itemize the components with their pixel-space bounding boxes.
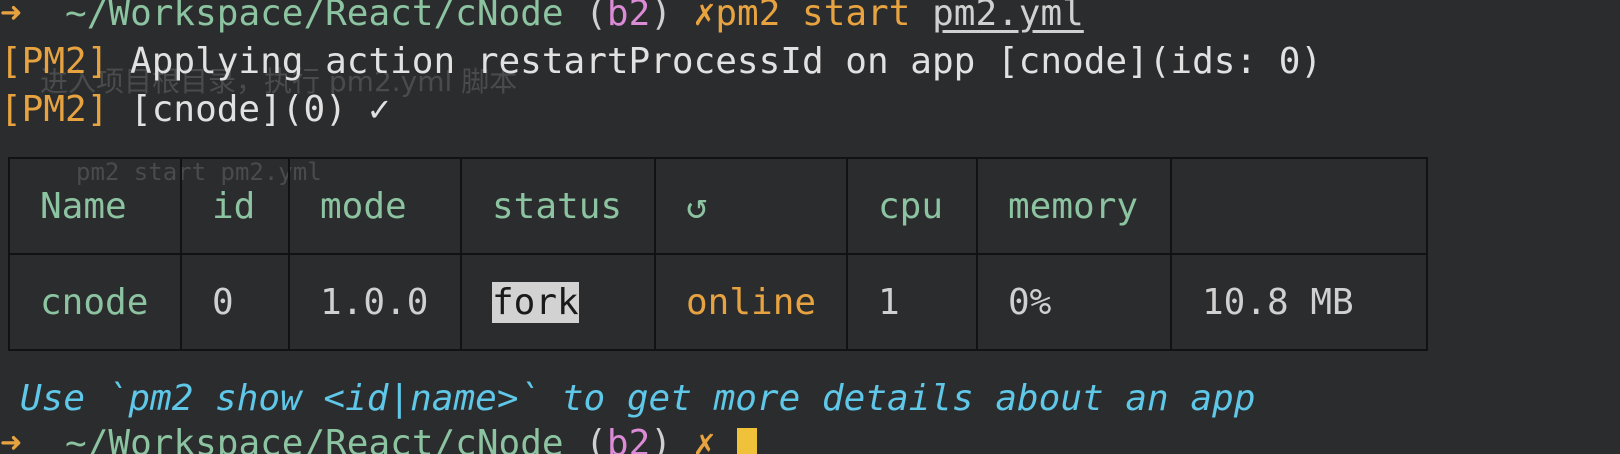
cell-restarts: 1 [846,253,978,351]
dirty-marker-icon: ✗ [693,0,716,34]
header-extra [1170,157,1428,255]
header-memory: memory [976,157,1172,255]
next-prompt-line[interactable]: ➜ ~/Workspace/React/cNode (b2) ✗ [0,420,758,454]
header-status: status [460,157,656,255]
header-id: id [180,157,290,255]
prompt-path: ~/Workspace/React/cNode [65,423,564,454]
cell-status: online [654,253,848,351]
output-line-1: [PM2] Applying action restartProcessId o… [0,38,1322,86]
pm2-tag: [PM2] [0,89,109,130]
cell-name: cnode [8,253,182,351]
table-row[interactable]: cnode 0 1.0.0 fork online 1 0% 10.8 MB [8,253,1428,351]
terminal-window[interactable]: 进入项目根目录，执行 pm2.yml 脚本 pm2 start pm2.yml … [0,0,1620,454]
branch-close: ) [650,423,672,454]
prompt-line: ➜ ~/Workspace/React/cNode (b2) ✗pm2 star… [0,0,1084,38]
pm2-tag: [PM2] [0,41,109,82]
prompt-path: ~/Workspace/React/cNode [65,0,564,34]
text-cursor [737,428,758,454]
branch-open: ( [585,423,607,454]
prompt-arrow-icon: ➜ [0,423,22,454]
output-line-2-text: [cnode](0) ✓ [108,89,391,130]
git-branch: b2 [606,423,651,454]
branch-close: ) [650,0,672,34]
cell-mode: fork [460,253,656,351]
cell-id: 0 [180,253,290,351]
output-line-2: [PM2] [cnode](0) ✓ [0,86,390,134]
prompt-arrow-icon: ➜ [0,0,22,34]
header-cpu: cpu [846,157,978,255]
command-text: pm2 start [715,0,933,34]
header-mode: mode [288,157,462,255]
output-line-1-text: Applying action restartProcessId on app … [108,41,1323,82]
branch-open: ( [585,0,607,34]
header-restarts-icon: ↺ [654,157,848,255]
hint-line: Use `pm2 show <id|name>` to get more det… [20,378,1256,419]
header-name: Name [8,157,182,255]
git-branch: b2 [606,0,651,34]
cell-cpu: 0% [976,253,1172,351]
mode-highlight: fork [492,281,579,323]
cell-memory: 10.8 MB [1170,253,1428,351]
cell-version: 1.0.0 [288,253,462,351]
process-table: Name id mode status ↺ cpu memory cnode 0… [8,157,1428,351]
dirty-marker-icon: ✗ [693,423,716,454]
table-header-row: Name id mode status ↺ cpu memory [8,157,1428,255]
command-arg: pm2.yml [932,0,1084,34]
